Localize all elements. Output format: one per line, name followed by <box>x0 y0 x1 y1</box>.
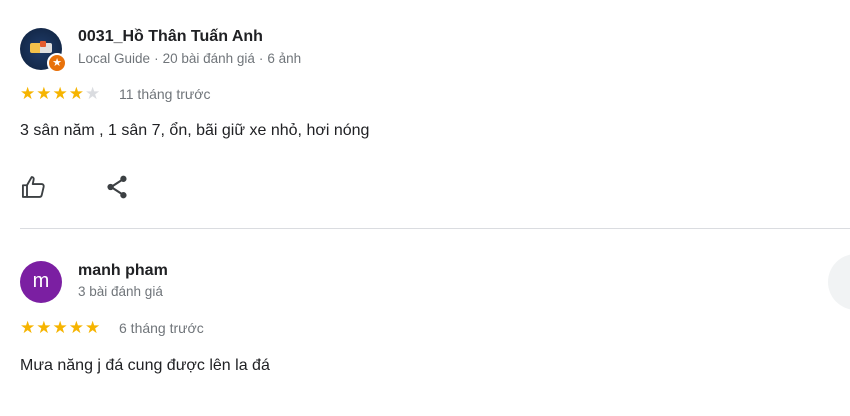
local-guide-label: Local Guide <box>78 51 151 66</box>
review-time: 6 tháng trước <box>119 320 204 336</box>
star-empty-icon: ★ <box>85 84 102 103</box>
review-divider <box>20 228 850 229</box>
review-text: Mưa năng j đá cung được lên la đá <box>20 357 270 374</box>
star-icon: ★ <box>68 318 85 337</box>
star-icon: ★ <box>20 318 37 337</box>
star-icon: ★ <box>36 84 53 103</box>
star-icon: ★ <box>52 318 69 337</box>
review-count: 3 bài đánh giá <box>78 284 163 299</box>
reviewer-avatar[interactable]: ★ <box>20 28 67 73</box>
reviewer-name[interactable]: 0031_Hồ Thân Tuấn Anh <box>78 28 263 46</box>
review-count: 20 bài đánh giá <box>162 51 255 66</box>
review-text: 3 sân năm , 1 sân 7, ổn, bãi giữ xe nhỏ,… <box>20 122 370 139</box>
star-icon: ★ <box>85 318 102 337</box>
photo-count: 6 ảnh <box>267 51 302 66</box>
like-button[interactable] <box>20 173 48 201</box>
star-icon: ★ <box>52 84 69 103</box>
star-icon: ★ <box>36 318 53 337</box>
share-button[interactable] <box>103 173 131 201</box>
star-icon: ★ <box>68 84 85 103</box>
local-guide-star-icon: ★ <box>47 53 67 73</box>
share-icon <box>107 175 127 199</box>
reviewer-meta: Local Guide · 20 bài đánh giá · 6 ảnh <box>78 51 302 66</box>
star-rating: ★★★★★ <box>20 318 102 337</box>
review-time: 11 tháng trước <box>119 86 211 102</box>
star-rating: ★★★★★ <box>20 84 102 103</box>
thumbs-up-icon <box>21 176 45 198</box>
star-icon: ★ <box>20 84 37 103</box>
reviewer-meta: 3 bài đánh giá <box>78 284 163 299</box>
reviewer-name[interactable]: manh pham <box>78 262 168 280</box>
avatar-image-mark <box>40 41 46 47</box>
reviewer-avatar[interactable]: m <box>20 261 62 303</box>
